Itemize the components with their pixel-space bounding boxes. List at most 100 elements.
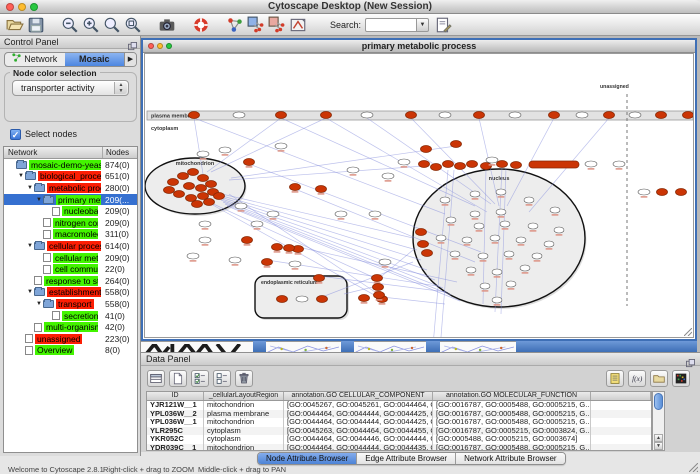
scroll-up-button[interactable]: ▲ (654, 434, 663, 442)
table-cell[interactable]: [GO:0044464, GO:0044444, GO:0044435, G..… (284, 444, 433, 451)
tree-row[interactable]: cell communicati22(0) (4, 263, 137, 275)
tree-row[interactable]: ▼primary metabolic209(... (4, 194, 137, 206)
network-node[interactable] (576, 112, 588, 118)
network-node[interactable] (206, 181, 217, 188)
network-node[interactable] (382, 173, 394, 179)
search-input[interactable] (365, 18, 417, 32)
network-node[interactable] (604, 112, 615, 119)
network-node-cluster[interactable] (529, 161, 579, 168)
network-node[interactable] (490, 235, 500, 241)
network-node[interactable] (199, 221, 211, 227)
network-node[interactable] (550, 207, 560, 213)
network-node[interactable] (436, 235, 446, 241)
network-node[interactable] (431, 164, 442, 171)
node-color-dropdown[interactable]: transporter activity ▲▼ (12, 80, 129, 96)
table-cell[interactable]: [GO:0044464, GO:0044446, GO:0044444, G..… (284, 435, 433, 444)
network-node[interactable] (197, 151, 209, 157)
select-attrs2-icon[interactable] (213, 370, 231, 387)
table-row[interactable]: YPL036W__1mitochondrion[GO:0044464, GO:0… (147, 418, 651, 427)
network-node[interactable] (683, 112, 694, 119)
tree-row[interactable]: ▼establishment of lo558(0) (4, 287, 137, 299)
tree-row[interactable]: macromolecule311(0) (4, 229, 137, 241)
network-node[interactable] (188, 169, 199, 176)
disclosure-triangle-icon[interactable]: ▼ (35, 301, 43, 307)
network-node[interactable] (443, 161, 454, 168)
tree-row[interactable]: ▼transport558(0) (4, 298, 137, 310)
network-node[interactable] (187, 253, 199, 259)
network-node[interactable] (467, 161, 478, 168)
attr-table-icon[interactable] (147, 370, 165, 387)
network-node[interactable] (284, 245, 295, 252)
network-node[interactable] (369, 211, 381, 217)
network-node[interactable] (335, 211, 347, 217)
background-window-mininet[interactable] (266, 341, 341, 352)
table-cell[interactable]: cytoplasm (204, 427, 284, 436)
zoom-in-icon[interactable] (82, 16, 100, 34)
frame-close-button[interactable] (148, 43, 154, 49)
tree-row[interactable]: nucleobase-cont209(0) (4, 205, 137, 217)
table-cell[interactable]: plasma membrane (204, 410, 284, 419)
network-node[interactable] (242, 237, 253, 244)
network-node[interactable] (317, 296, 328, 303)
network-node[interactable] (480, 283, 490, 289)
network-node[interactable] (184, 183, 195, 190)
network-node[interactable] (496, 189, 506, 195)
background-window-mininet[interactable] (440, 341, 516, 352)
network-node[interactable] (422, 250, 433, 257)
network-node[interactable] (196, 185, 207, 192)
table-cell[interactable]: [GO:0005488, GO:0005215, GO:0003674] (433, 435, 591, 444)
select-attrs-icon[interactable] (191, 370, 209, 387)
network-node[interactable] (178, 173, 189, 180)
table-row[interactable]: YLR295Ccytoplasm[GO:0045263, GO:0044464,… (147, 427, 651, 436)
tree-row[interactable]: ▼cellular process614(0) (4, 240, 137, 252)
network-node[interactable] (421, 146, 432, 153)
network-node[interactable] (455, 163, 466, 170)
network-node[interactable] (174, 191, 185, 198)
scrollbar-thumb[interactable] (654, 393, 663, 410)
table-cell[interactable]: [GO:0045263, GO:0044464, GO:0044455, G..… (284, 427, 433, 436)
tree-row[interactable]: ▼metabolic process280(0) (4, 182, 137, 194)
tree-row[interactable]: mosaic-demo-yeast874(0) (4, 159, 137, 171)
network-node[interactable] (532, 253, 542, 259)
table-cell[interactable]: YLR295C (147, 427, 204, 436)
network-node[interactable] (192, 201, 203, 208)
network-node[interactable] (314, 275, 325, 282)
import-list-icon[interactable] (606, 370, 624, 387)
table-cell[interactable]: YDR039C__1 (147, 444, 204, 451)
tree-row[interactable]: secretion41(0) (4, 310, 137, 322)
network-node[interactable] (506, 281, 516, 287)
network-node[interactable] (418, 241, 429, 248)
tree-row[interactable]: multi-organism pro42(0) (4, 321, 137, 333)
table-cell[interactable]: [GO:0016787, GO:0005488, GO:0005215, G..… (433, 418, 591, 427)
network-node[interactable] (204, 199, 215, 206)
table-cell[interactable]: YKR052C (147, 435, 204, 444)
table-column-header[interactable]: annotation.GO MOLECULAR_FUNCTION (433, 392, 591, 400)
network-node[interactable] (275, 143, 287, 149)
scroll-down-button[interactable]: ▼ (654, 442, 663, 450)
network-node[interactable] (262, 259, 273, 266)
network-node[interactable] (504, 251, 514, 257)
network-canvas[interactable]: plasma membranecytoplasmmitochondrionnuc… (144, 53, 694, 338)
table-cell[interactable]: YPL036W__2 (147, 410, 204, 419)
network-node[interactable] (419, 161, 430, 168)
background-window-blue[interactable] (341, 341, 354, 352)
table-cell[interactable]: [GO:0044464, GO:0044444, GO:0044425, G..… (284, 418, 433, 427)
network-node[interactable] (470, 211, 480, 217)
network-node[interactable] (466, 267, 476, 273)
network-node[interactable] (509, 112, 521, 118)
folder-plain-icon[interactable] (650, 370, 668, 387)
float-panel-icon[interactable] (128, 38, 137, 47)
network-node[interactable] (474, 112, 485, 119)
disclosure-triangle-icon[interactable]: ▼ (26, 289, 34, 295)
network-node[interactable] (492, 269, 502, 275)
network-node[interactable] (470, 191, 480, 197)
network-node[interactable] (189, 112, 200, 119)
network-node[interactable] (544, 241, 554, 247)
table-cell[interactable]: [GO:0016787, GO:0005488, GO:0005215, G..… (433, 410, 591, 419)
network-node[interactable] (374, 292, 385, 299)
zoom-out-icon[interactable] (61, 16, 79, 34)
tab-mosaic[interactable]: Mosaic (65, 53, 125, 66)
heatmap-icon[interactable] (672, 370, 690, 387)
network-node[interactable] (347, 167, 359, 173)
disclosure-triangle-icon[interactable]: ▼ (17, 173, 25, 179)
